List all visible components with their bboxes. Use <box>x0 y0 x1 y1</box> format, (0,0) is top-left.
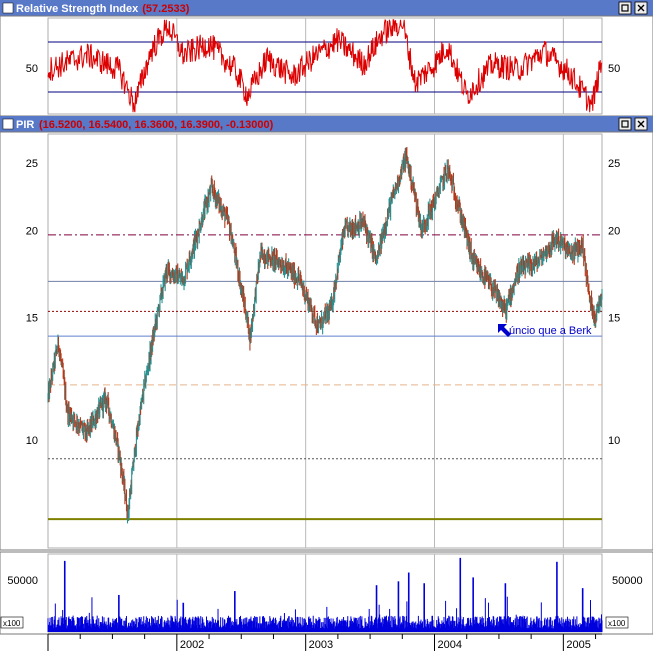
price-y-tick-right: 20 <box>608 225 620 237</box>
annotation-text: úncio que a Berk <box>509 325 592 337</box>
volume-multiplier-left: x100 <box>3 619 21 628</box>
rsi-value: (57.2533) <box>142 3 189 15</box>
volume-panel: 50000 50000 x100 x100 <box>0 551 653 635</box>
rsi-panel: Relative Strength Index (57.2533) 50 50 <box>0 0 653 117</box>
price-panel-icon <box>2 118 14 130</box>
price-y-tick-right: 10 <box>608 435 620 447</box>
volume-y-tick-left: 50000 <box>7 575 38 587</box>
rsi-y-tick-left: 50 <box>26 63 38 75</box>
rsi-restore-button[interactable] <box>618 1 632 15</box>
rsi-indicator-name: Relative Strength Index <box>16 3 139 15</box>
price-symbol: PIR <box>16 119 34 131</box>
rsi-panel-icon <box>2 2 14 14</box>
x-tick-label: 2004 <box>438 639 462 651</box>
price-y-tick-left: 20 <box>26 225 38 237</box>
rsi-y-tick-right: 50 <box>608 63 620 75</box>
x-tick-label: 2002 <box>180 639 204 651</box>
price-y-tick-right: 25 <box>608 158 620 170</box>
annotation[interactable]: úncio que a Berk <box>498 324 592 337</box>
price-y-tick-left: 15 <box>26 312 38 324</box>
price-y-tick-right: 15 <box>608 312 620 324</box>
chart-canvas: Relative Strength Index (57.2533) 50 50 … <box>0 0 653 651</box>
volume-y-tick-right: 50000 <box>612 575 643 587</box>
price-restore-button[interactable] <box>618 117 632 131</box>
price-y-tick-left: 25 <box>26 158 38 170</box>
price-y-tick-left: 10 <box>26 435 38 447</box>
price-values: (16.5200, 16.5400, 16.3600, 16.3900, -0.… <box>39 119 274 131</box>
price-close-button[interactable] <box>634 117 648 131</box>
rsi-close-button[interactable] <box>634 1 648 15</box>
price-panel: PIR (16.5200, 16.5400, 16.3600, 16.3900,… <box>0 116 653 551</box>
x-tick-label: 2003 <box>309 639 333 651</box>
volume-multiplier-right: x100 <box>608 619 626 628</box>
x-tick-label: 2005 <box>566 639 590 651</box>
